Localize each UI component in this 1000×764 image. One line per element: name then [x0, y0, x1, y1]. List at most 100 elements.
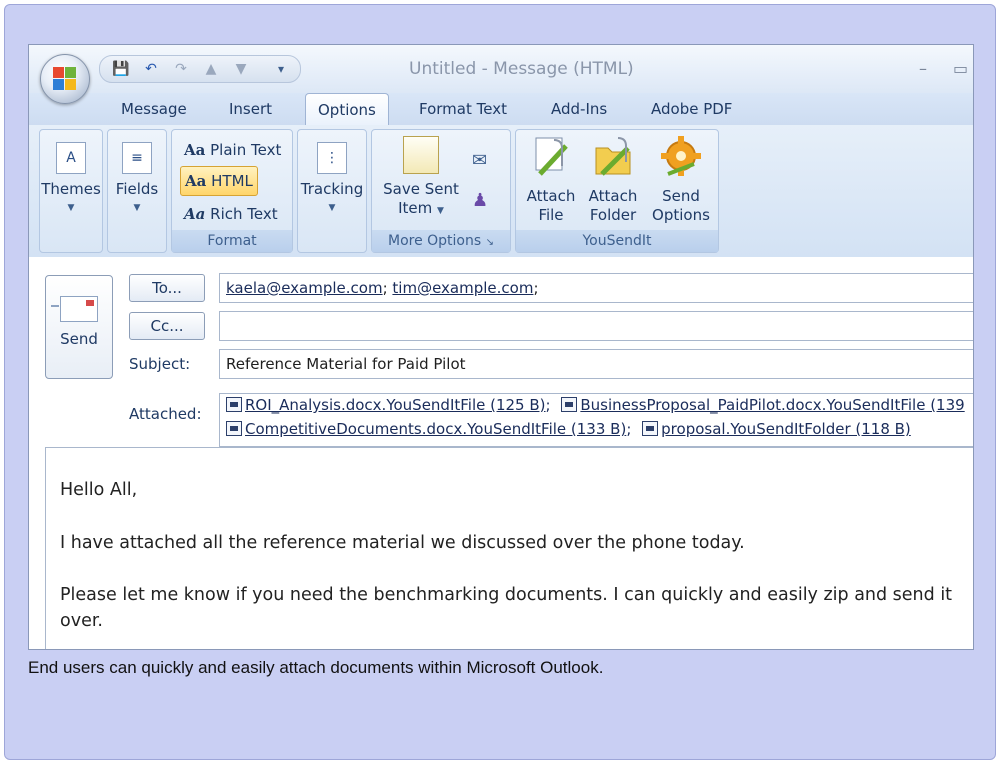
tab-add-ins[interactable]: Add-Ins — [551, 100, 607, 118]
body-line-2: Please let me know if you need the bench… — [60, 585, 953, 605]
yousendit-group: Attach File Attach Folder Send Options Y… — [515, 129, 719, 253]
item-label: Item — [398, 199, 433, 217]
ribbon: A Themes ▼ ≡ Fields ▼ Aa Plain Text Aa H… — [29, 125, 973, 258]
tracking-group: ⋮ Tracking ▼ — [297, 129, 367, 253]
plain-text-label: Plain Text — [210, 141, 282, 159]
format-aa-icon: Aa — [184, 141, 206, 159]
attach-file-label-1: Attach — [526, 187, 576, 205]
undo-icon[interactable]: ↶ — [142, 60, 160, 78]
figure-caption: End users can quickly and easily attach … — [28, 658, 604, 677]
save-sent-item-icon — [403, 136, 439, 174]
body-line-1: I have attached all the reference materi… — [60, 533, 745, 553]
html-format-button[interactable]: Aa HTML — [180, 166, 258, 196]
attach-folder-button[interactable]: Attach Folder — [582, 134, 644, 225]
message-body[interactable]: Hello All, I have attached all the refer… — [45, 447, 973, 649]
dropdown-arrow-icon: ▼ — [328, 203, 336, 213]
send-options-button[interactable]: Send Options — [646, 134, 716, 225]
minimize-button[interactable]: – — [919, 59, 927, 78]
body-greeting: Hello All, — [60, 480, 138, 500]
folder-file-icon — [642, 421, 659, 436]
to-field[interactable]: kaela@example.com; tim@example.com; — [219, 273, 973, 303]
plain-text-button[interactable]: Aa Plain Text — [180, 136, 285, 164]
to-recipient[interactable]: tim@example.com — [392, 279, 533, 297]
rich-text-label: Rich Text — [210, 205, 278, 223]
dropdown-arrow-icon: ▼ — [67, 203, 75, 213]
rich-text-button[interactable]: Aa Rich Text — [180, 200, 282, 228]
cc-field[interactable] — [219, 311, 973, 341]
subject-label: Subject: — [129, 355, 191, 373]
attached-label: Attached: — [129, 405, 202, 423]
delay-delivery-icon[interactable]: ✉ — [472, 150, 487, 171]
tab-options[interactable]: Options — [305, 93, 389, 125]
cc-button[interactable]: Cc... — [129, 312, 205, 340]
to-button[interactable]: To... — [129, 274, 205, 302]
themes-icon: A — [56, 142, 86, 174]
office-button[interactable] — [40, 54, 90, 104]
tracking-label: Tracking — [300, 180, 364, 198]
down-icon[interactable]: ▼ — [232, 60, 250, 78]
more-options-label: More Options — [387, 233, 482, 249]
attach-folder-icon — [595, 137, 631, 176]
format-group: Aa Plain Text Aa HTML Aa Rich Text Forma… — [171, 129, 293, 253]
more-options-group-label: More Options ↘ — [372, 230, 510, 252]
attachment-separator: ; — [545, 396, 551, 414]
up-icon[interactable]: ▲ — [202, 60, 220, 78]
tab-message[interactable]: Message — [121, 100, 187, 118]
window-title: Untitled - Message (HTML) — [409, 59, 634, 79]
attachment-link[interactable]: CompetitiveDocuments.docx.YouSendItFile … — [245, 420, 626, 438]
dropdown-arrow-icon: ▼ — [437, 206, 444, 216]
dropdown-arrow-icon: ▼ — [133, 203, 141, 213]
themes-group: A Themes ▼ — [39, 129, 103, 253]
format-aa-icon: Aa — [185, 172, 207, 190]
send-envelope-icon — [51, 296, 98, 322]
office-logo-icon — [53, 67, 77, 91]
attachment-link[interactable]: ROI_Analysis.docx.YouSendItFile (125 B) — [245, 396, 546, 414]
format-group-label: Format — [172, 230, 292, 252]
direct-replies-icon[interactable]: ♟ — [472, 190, 488, 211]
title-bar: 💾 ↶ ↷ ▲ ▼ ▾ Untitled - Message (HTML) – … — [29, 45, 973, 93]
subject-field[interactable]: Reference Material for Paid Pilot — [219, 349, 973, 379]
tracking-button[interactable]: ⋮ Tracking ▼ — [298, 142, 366, 218]
attachments-field[interactable]: ROI_Analysis.docx.YouSendItFile (125 B);… — [219, 393, 973, 447]
customize-icon[interactable]: ▾ — [272, 60, 290, 78]
recipient-separator: ; — [533, 279, 539, 297]
more-options-group: Save Sent Item ▼ ✉ ♟ More Options ↘ — [371, 129, 511, 253]
attachment-separator: ; — [626, 420, 632, 438]
dialog-launcher-icon[interactable]: ↘ — [486, 237, 494, 248]
attach-folder-label-2: Folder — [589, 206, 637, 224]
attachment-link[interactable]: proposal.YouSendItFolder (118 B) — [661, 420, 911, 438]
attach-folder-label-1: Attach — [588, 187, 638, 205]
file-icon — [226, 397, 242, 412]
file-icon — [561, 397, 578, 412]
tab-format-text[interactable]: Format Text — [419, 100, 507, 118]
to-recipient[interactable]: kaela@example.com — [226, 279, 383, 297]
send-button[interactable]: Send — [45, 275, 113, 379]
attach-file-label-2: File — [538, 206, 564, 224]
fields-icon: ≡ — [122, 142, 152, 174]
themes-label: Themes — [41, 180, 101, 198]
attachment-link[interactable]: BusinessProposal_PaidPilot.docx.YouSendI… — [580, 396, 964, 414]
save-sent-label: Save Sent — [383, 180, 459, 198]
yousendit-group-label: YouSendIt — [516, 230, 718, 252]
tab-adobe-pdf[interactable]: Adobe PDF — [651, 100, 732, 118]
file-icon — [226, 421, 242, 436]
maximize-button[interactable]: ▭ — [953, 59, 968, 78]
send-label: Send — [60, 330, 98, 348]
attach-file-icon — [535, 137, 568, 176]
html-label: HTML — [211, 172, 253, 190]
redo-icon[interactable]: ↷ — [172, 60, 190, 78]
outlook-message-window: 💾 ↶ ↷ ▲ ▼ ▾ Untitled - Message (HTML) – … — [28, 44, 974, 650]
themes-button[interactable]: A Themes ▼ — [40, 142, 102, 218]
fields-button[interactable]: ≡ Fields ▼ — [108, 142, 166, 218]
ribbon-tabs: Message Insert Options Format Text Add-I… — [29, 93, 973, 125]
quick-access-toolbar: 💾 ↶ ↷ ▲ ▼ ▾ — [99, 55, 301, 83]
save-icon[interactable]: 💾 — [112, 60, 130, 78]
format-aa-icon: Aa — [184, 205, 206, 223]
fields-group: ≡ Fields ▼ — [107, 129, 167, 253]
tab-insert[interactable]: Insert — [229, 100, 272, 118]
send-options-label-1: Send — [662, 187, 700, 205]
fields-label: Fields — [115, 180, 159, 198]
attach-file-button[interactable]: Attach File — [520, 134, 582, 225]
save-sent-item-button[interactable]: Save Sent Item ▼ — [378, 136, 464, 221]
send-options-label-2: Options — [652, 206, 710, 224]
